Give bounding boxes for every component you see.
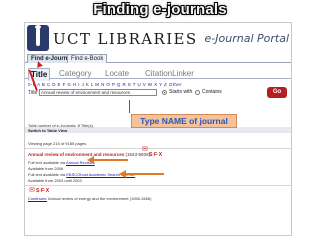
tab-citationlinker[interactable]: CitationLinker bbox=[145, 68, 194, 79]
library-logo-icon bbox=[27, 25, 49, 51]
page-indicator: Viewing page 215 of 9185 pages bbox=[28, 141, 87, 146]
contains-label: Contains bbox=[202, 89, 222, 95]
info-icon[interactable]: ✉ bbox=[29, 187, 35, 194]
coverage-line: Full text available via Annual Reviews bbox=[28, 160, 95, 165]
continues-line: Continues: Annual review of energy and t… bbox=[28, 196, 151, 201]
coverage-prefix: Full text available via bbox=[28, 160, 67, 165]
pointer-line bbox=[129, 100, 130, 113]
tab-find-ebook[interactable]: Find e-Book bbox=[67, 54, 108, 63]
arrow-line bbox=[94, 159, 128, 161]
coverage-prefix: Full text available via bbox=[28, 172, 67, 177]
tab-category[interactable]: Category bbox=[59, 68, 91, 79]
title-search-input[interactable]: Annual review of environment and resourc… bbox=[39, 89, 157, 96]
type-name-callout: Type NAME of journal bbox=[131, 114, 237, 128]
info-i-glyph bbox=[35, 25, 41, 46]
library-brand: UCT LIBRARIES bbox=[53, 30, 198, 48]
coverage-dates: Available from 2003 until 2003 bbox=[28, 178, 82, 183]
tab-locate[interactable]: Locate bbox=[105, 68, 129, 79]
result-title-text[interactable]: Annual review of environment and resourc… bbox=[28, 152, 124, 157]
search-tabs: Title Category Locate CitationLinker bbox=[25, 68, 291, 81]
coverage-dates: Available from 2006 bbox=[28, 166, 64, 171]
contains-radio[interactable] bbox=[195, 90, 200, 95]
library-header: UCT LIBRARIES e-Journal Portal bbox=[25, 23, 291, 53]
alphabet-browse[interactable]: 0-9 A B C D E F G H I J K L M N O P Q R … bbox=[28, 82, 182, 87]
continues-issn: (1056-3466) bbox=[129, 196, 152, 201]
continues-title: Annual review of energy and the environm… bbox=[48, 196, 129, 201]
continues-label[interactable]: Continues: bbox=[28, 196, 47, 201]
starts-with-radio[interactable] bbox=[162, 90, 167, 95]
arrow-icon bbox=[87, 156, 94, 164]
top-tabs: Find e-Journal Find e-Book bbox=[25, 54, 291, 63]
results-divider bbox=[25, 185, 291, 186]
switch-view-link[interactable]: Switch to Table View bbox=[28, 128, 67, 133]
sfx-icon[interactable]: S·F·X bbox=[36, 188, 49, 194]
arrow-icon bbox=[119, 170, 126, 178]
screenshot-frame: UCT LIBRARIES e-Journal Portal Find e-Jo… bbox=[24, 22, 292, 236]
go-button[interactable]: Go bbox=[267, 87, 287, 98]
info-icon[interactable]: ✉ bbox=[142, 146, 148, 153]
starts-with-label: Starts with bbox=[169, 89, 193, 95]
results-divider bbox=[25, 148, 291, 149]
sfx-icon[interactable]: S·F·X bbox=[149, 152, 162, 158]
slide-title: Finding e-journals bbox=[93, 1, 227, 18]
title-field-label: Title: bbox=[28, 90, 39, 96]
portal-title: e-Journal Portal bbox=[204, 32, 289, 45]
arrow-line bbox=[126, 173, 164, 175]
